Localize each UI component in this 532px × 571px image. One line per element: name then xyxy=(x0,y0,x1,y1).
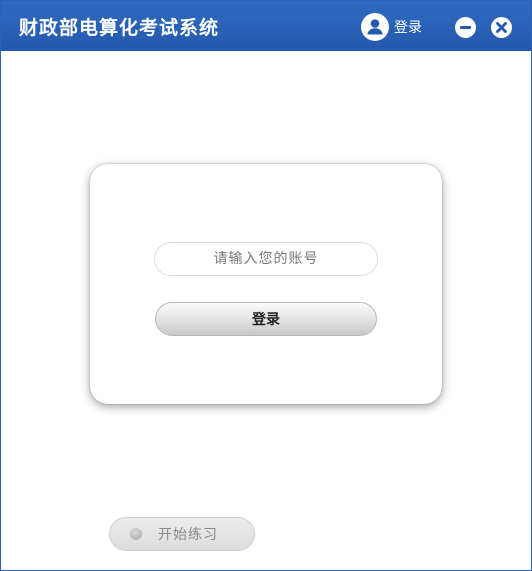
app-title: 财政部电算化考试系统 xyxy=(19,17,220,39)
title-bar: 财政部电算化考试系统 登录 xyxy=(1,1,531,51)
close-icon xyxy=(491,17,512,38)
login-card: 登录 xyxy=(90,164,442,404)
start-practice-label: 开始练习 xyxy=(158,527,218,543)
close-button[interactable] xyxy=(491,17,512,38)
header-login-button[interactable]: 登录 xyxy=(361,13,422,41)
account-input[interactable] xyxy=(154,242,378,276)
minimize-button[interactable] xyxy=(455,17,476,38)
start-practice-button[interactable]: 开始练习 xyxy=(109,517,255,551)
header-login-label: 登录 xyxy=(394,20,422,36)
app-window: 财政部电算化考试系统 登录 登录 开始练习 xyxy=(0,0,532,571)
user-circle-icon xyxy=(361,13,389,41)
minimize-icon xyxy=(455,17,476,38)
radio-dot-icon xyxy=(130,528,142,540)
login-button[interactable]: 登录 xyxy=(155,302,377,336)
